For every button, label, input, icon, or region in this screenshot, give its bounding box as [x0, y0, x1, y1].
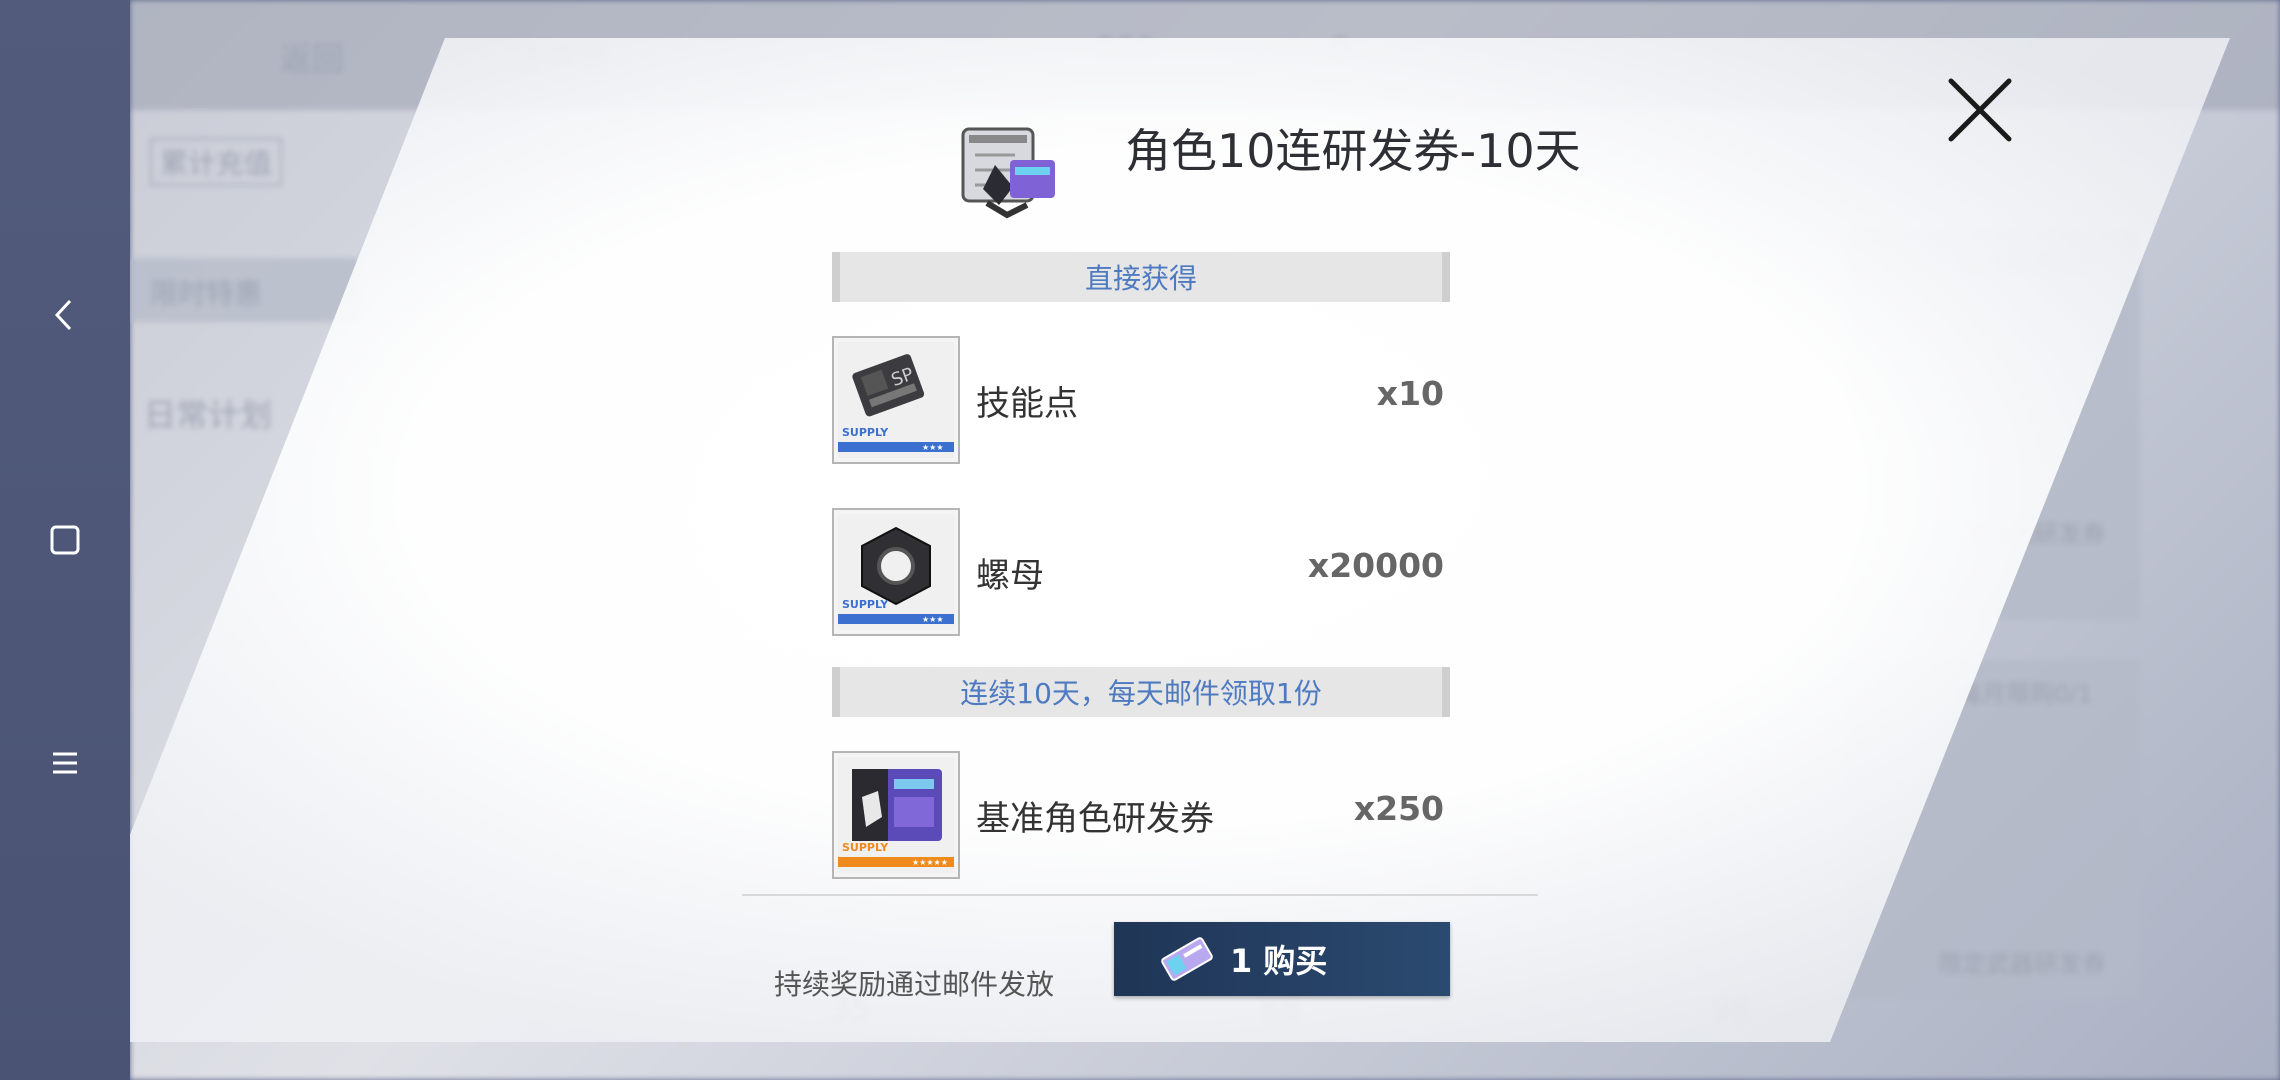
close-button[interactable]: [1945, 75, 2015, 145]
svg-text:★★★★★: ★★★★★: [912, 858, 948, 867]
svg-text:SUPPLY: SUPPLY: [842, 598, 889, 611]
nav-home-button[interactable]: [30, 505, 100, 575]
chevron-left-icon: [54, 299, 72, 331]
item-name: 基准角色研发券: [976, 799, 1214, 839]
section-direct-label: 直接获得: [1084, 262, 1197, 295]
footer-divider: [742, 894, 1538, 896]
section-daily-header: 连续10天，每天邮件领取1份: [832, 667, 1450, 717]
nav-menu-button[interactable]: [30, 728, 100, 798]
item-quantity: x250: [1353, 789, 1444, 828]
list-item-skill-point[interactable]: SP SUPPLY ★★★ 技能点 x10: [832, 336, 1450, 464]
item-quantity: x20000: [1307, 546, 1444, 585]
character-ticket-icon: SUPPLY ★★★★★: [832, 751, 960, 879]
section-direct-header: 直接获得: [832, 252, 1450, 302]
svg-text:★★★: ★★★: [922, 443, 944, 452]
buy-button[interactable]: 1 购买: [1114, 922, 1450, 996]
list-item-nut[interactable]: SUPPLY ★★★ 螺母 x20000: [832, 508, 1450, 636]
item-quantity: x10: [1376, 374, 1444, 413]
purchase-dialog: 角色10连研发券-10天 直接获得 SP SUPPLY ★★★ 技能点 x10: [0, 0, 2280, 1080]
menu-icon: [53, 752, 77, 774]
nav-back-button[interactable]: [30, 280, 100, 350]
item-name: 螺母: [976, 556, 1044, 596]
list-item-character-ticket[interactable]: SUPPLY ★★★★★ 基准角色研发券 x250: [832, 751, 1450, 879]
svg-text:SUPPLY: SUPPLY: [842, 841, 889, 854]
ticket-currency-icon: [1161, 937, 1213, 981]
svg-text:★★★: ★★★: [922, 615, 944, 624]
footer-note: 持续奖励通过邮件发放: [774, 968, 1055, 1001]
section-daily-label: 连续10天，每天邮件领取1份: [960, 677, 1322, 710]
ticket-box-icon: [955, 115, 1070, 225]
buy-button-label: 1 购买: [1230, 942, 1328, 980]
svg-text:SUPPLY: SUPPLY: [842, 426, 889, 439]
dialog-title: 角色10连研发券-10天: [1125, 124, 1581, 178]
hex-nut-icon: SUPPLY ★★★: [832, 508, 960, 636]
close-icon: [1948, 78, 2012, 142]
square-icon: [50, 525, 80, 555]
item-name: 技能点: [976, 384, 1078, 424]
system-nav-bar: [0, 0, 130, 1080]
skill-point-chip-icon: SP SUPPLY ★★★: [832, 336, 960, 464]
